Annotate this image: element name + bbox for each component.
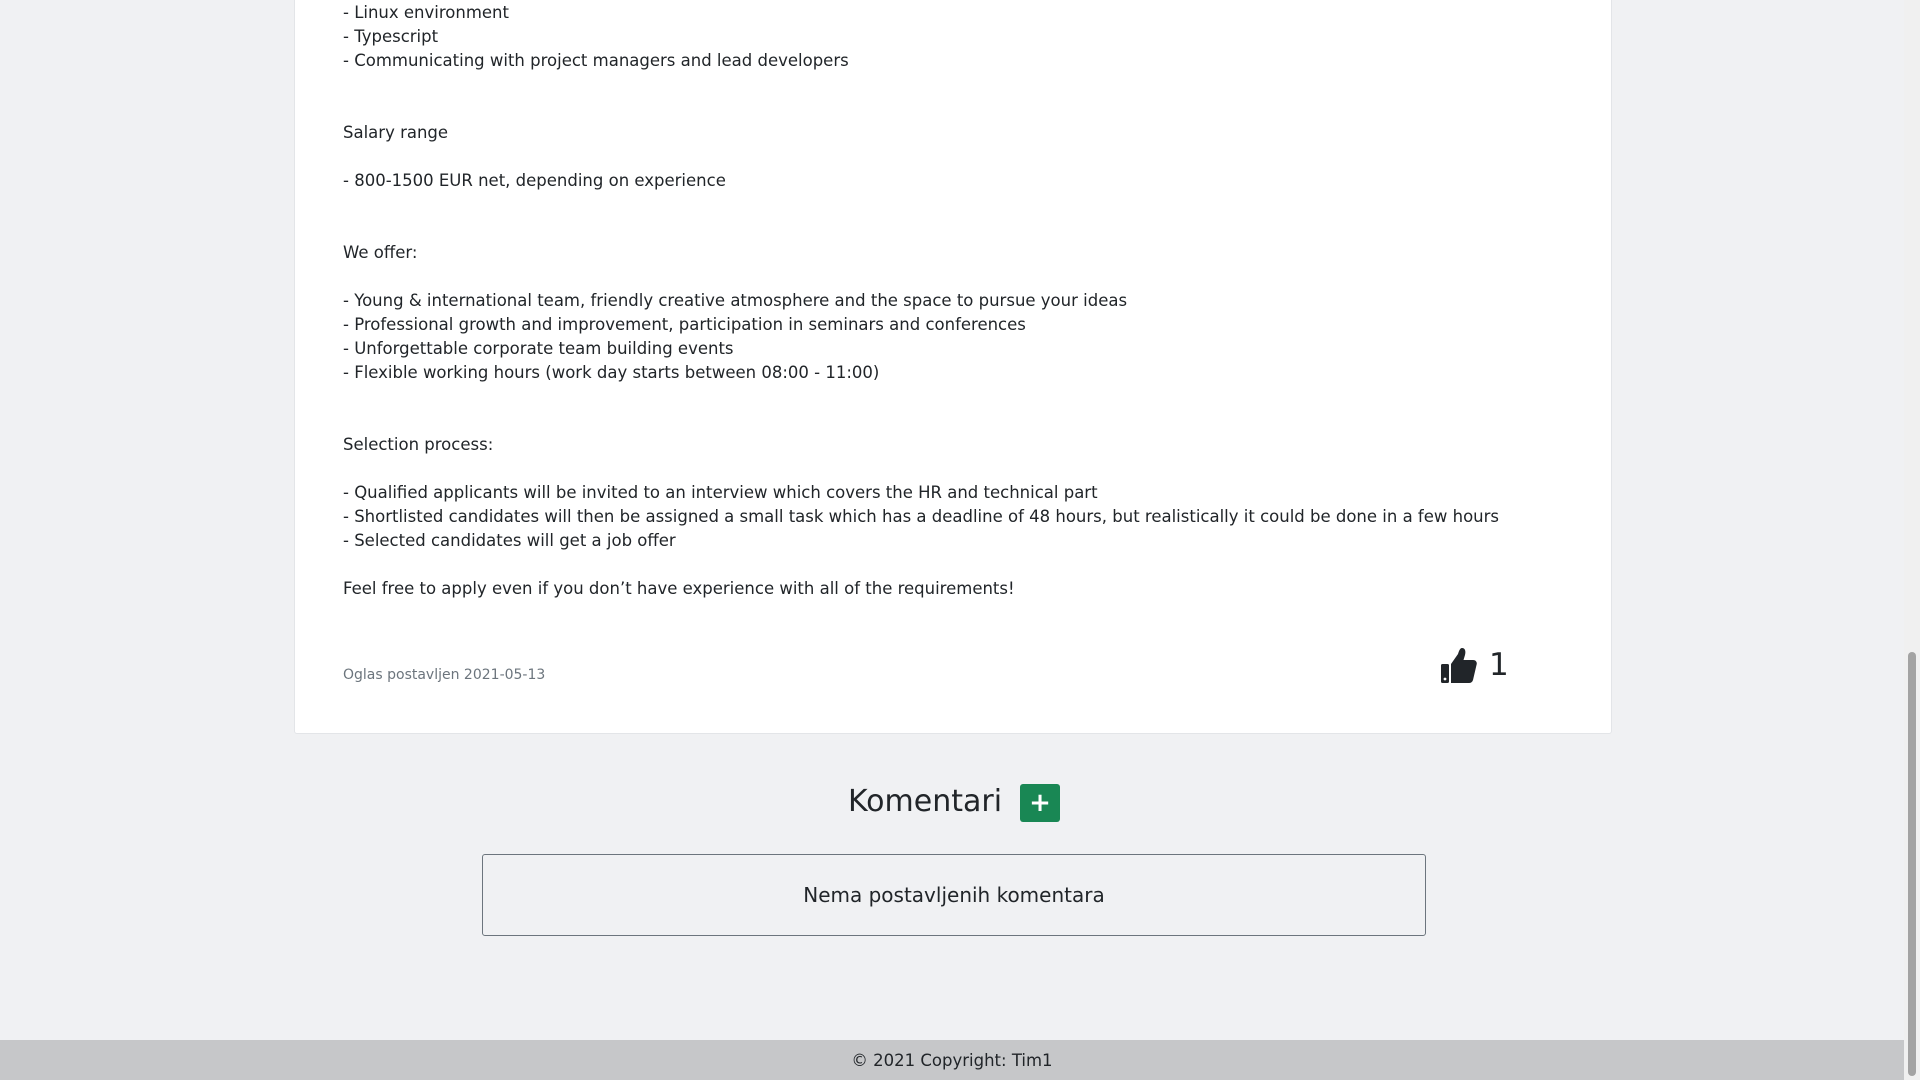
job-post-card: - Linux environment - Typescript - Commu… <box>294 0 1612 734</box>
posted-date: Oglas postavljen 2021-05-13 <box>343 667 546 683</box>
scrollbar-thumb[interactable] <box>1908 652 1916 1076</box>
copyright-text: © 2021 Copyright: Tim1 <box>851 1050 1053 1070</box>
add-comment-button[interactable]: + <box>1020 784 1060 822</box>
page: - Linux environment - Typescript - Commu… <box>0 0 1904 1080</box>
thumbs-up-icon[interactable] <box>1439 645 1479 685</box>
job-description: - Linux environment - Typescript - Commu… <box>343 3 1500 598</box>
comments-title: Komentari <box>848 784 1003 819</box>
comments-header: Komentari + <box>0 780 1904 830</box>
no-comments-text: Nema postavljenih komentara <box>803 883 1105 907</box>
no-comments-box: Nema postavljenih komentara <box>482 854 1426 936</box>
page-scrollbar[interactable] <box>1904 0 1920 1080</box>
like-count: 1 <box>1489 647 1509 683</box>
like-control[interactable]: 1 <box>1439 645 1509 685</box>
footer: © 2021 Copyright: Tim1 <box>0 1040 1904 1080</box>
